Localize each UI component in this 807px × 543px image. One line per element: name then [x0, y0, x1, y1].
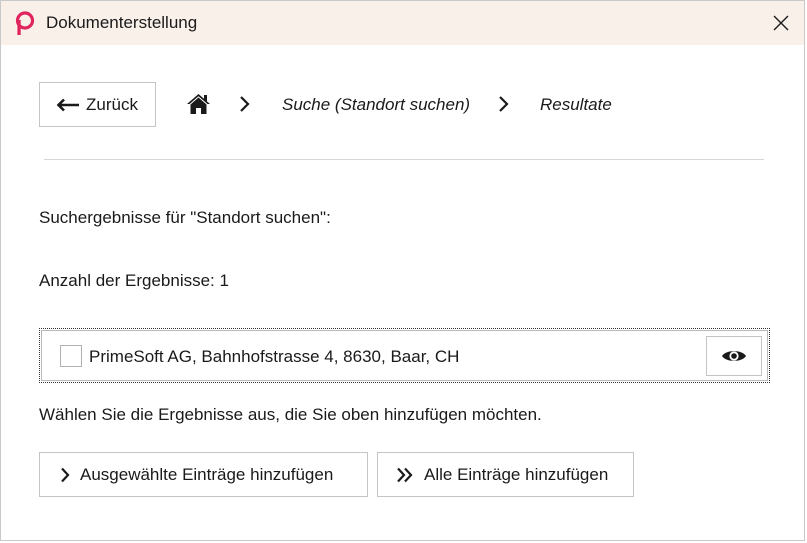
result-list-item: PrimeSoft AG, Bahnhofstrasse 4, 8630, Ba… [39, 328, 770, 383]
app-logo-icon [15, 11, 35, 35]
result-count: Anzahl der Ergebnisse: 1 [39, 271, 229, 290]
add-all-button[interactable]: Alle Einträge hinzufügen [377, 452, 634, 497]
chevron-right-icon [499, 96, 509, 112]
result-checkbox[interactable] [60, 345, 82, 367]
header-divider [44, 159, 764, 160]
close-button[interactable] [758, 1, 804, 45]
chevron-right-icon [61, 467, 70, 482]
arrow-left-icon [56, 98, 79, 111]
instruction-text: Wählen Sie die Ergebnisse aus, die Sie o… [39, 405, 542, 424]
back-button[interactable]: Zurück [39, 82, 156, 127]
double-chevron-right-icon [397, 467, 413, 482]
add-selected-label: Ausgewählte Einträge hinzufügen [80, 464, 334, 484]
breadcrumb-results: Resultate [540, 95, 612, 114]
results-heading: Suchergebnisse für "Standort suchen": [39, 208, 331, 227]
dialog-window: Dokumenterstellung Zurück Suche (Standor… [0, 0, 805, 541]
result-label: PrimeSoft AG, Bahnhofstrasse 4, 8630, Ba… [89, 347, 460, 366]
close-icon [773, 15, 789, 31]
window-title: Dokumenterstellung [46, 13, 198, 32]
home-icon[interactable] [186, 93, 211, 115]
breadcrumb-search[interactable]: Suche (Standort suchen) [282, 95, 470, 115]
add-selected-button[interactable]: Ausgewählte Einträge hinzufügen [39, 452, 368, 497]
view-result-button[interactable] [706, 336, 762, 376]
back-button-label: Zurück [86, 94, 138, 114]
eye-icon [722, 351, 746, 361]
chevron-right-icon [240, 96, 250, 112]
add-all-label: Alle Einträge hinzufügen [424, 464, 609, 484]
title-bar: Dokumenterstellung [1, 1, 804, 45]
